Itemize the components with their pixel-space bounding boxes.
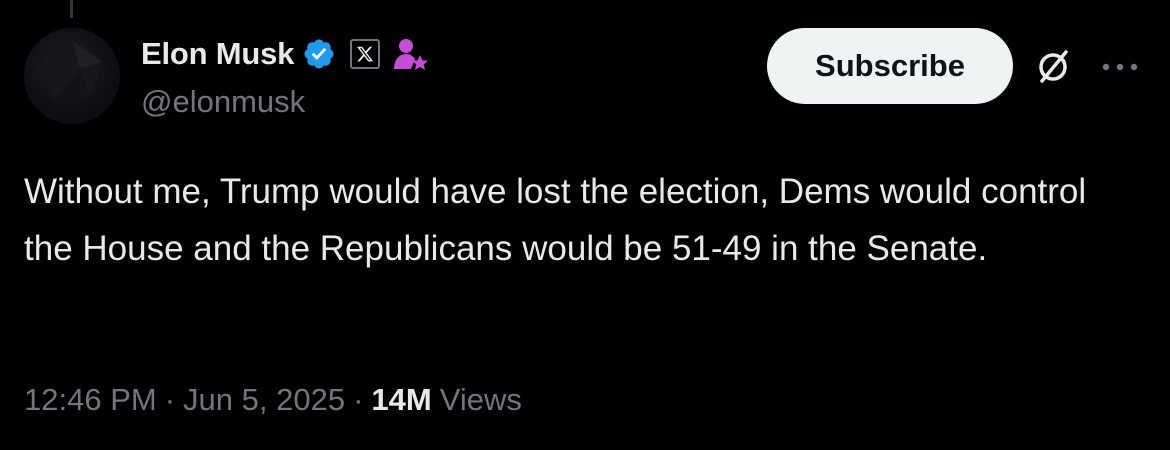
tweet-text: Without me, Trump would have lost the el… xyxy=(24,172,1087,268)
tweet-meta: 12:46 PM · Jun 5, 2025 · 14M Views xyxy=(24,378,522,422)
person-star-icon[interactable] xyxy=(392,35,430,73)
views-count[interactable]: 14M xyxy=(371,382,431,418)
tweet-date[interactable]: Jun 5, 2025 xyxy=(183,382,345,418)
views-label[interactable]: Views xyxy=(440,382,522,418)
meta-separator: · xyxy=(353,382,364,417)
grok-icon[interactable] xyxy=(1034,48,1072,86)
author-name-row: Elon Musk xyxy=(141,34,430,74)
more-dots-icon[interactable] xyxy=(1100,60,1140,74)
subscribe-button[interactable]: Subscribe xyxy=(767,28,1013,104)
thread-connector-line xyxy=(70,0,73,18)
author-handle[interactable]: @elonmusk xyxy=(141,84,305,120)
meta-separator: · xyxy=(164,382,176,417)
verified-badge-icon[interactable] xyxy=(302,37,336,71)
author-display-name[interactable]: Elon Musk xyxy=(141,36,294,72)
x-logo-icon[interactable] xyxy=(350,39,381,69)
avatar[interactable] xyxy=(24,28,120,124)
tweet-time[interactable]: 12:46 PM xyxy=(24,382,157,418)
avatar-image xyxy=(44,40,102,102)
